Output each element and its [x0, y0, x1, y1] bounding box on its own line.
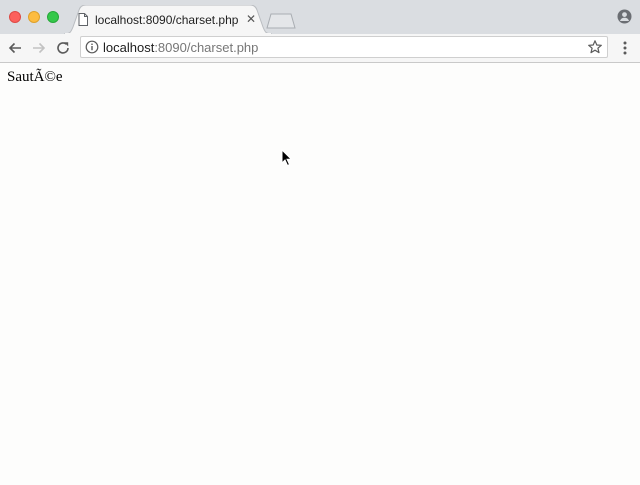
address-path: :8090/charset.php	[154, 40, 259, 55]
star-icon[interactable]	[587, 39, 603, 55]
profile-icon[interactable]	[617, 9, 632, 24]
forward-arrow-icon[interactable]	[30, 39, 48, 57]
window-close-button[interactable]	[9, 11, 21, 23]
page-body-text: SautÃ©e	[7, 69, 63, 85]
toolbar: localhost:8090/charset.php	[0, 34, 640, 63]
tab-active[interactable]: localhost:8090/charset.php ✕	[64, 5, 272, 34]
window-minimize-button[interactable]	[28, 11, 40, 23]
tab-close-icon[interactable]: ✕	[245, 13, 257, 25]
mouse-cursor-icon	[281, 149, 293, 167]
page-content: SautÃ©e	[0, 63, 640, 485]
page-icon	[78, 13, 88, 26]
reload-icon[interactable]	[54, 39, 72, 57]
tab-strip: localhost:8090/charset.php ✕	[0, 0, 640, 34]
address-text[interactable]: localhost:8090/charset.php	[103, 40, 258, 55]
address-bar[interactable]: localhost:8090/charset.php	[80, 36, 608, 58]
tab-title: localhost:8090/charset.php	[95, 13, 239, 27]
address-host: localhost	[103, 40, 155, 55]
new-tab-button[interactable]	[266, 13, 296, 29]
kebab-menu-icon[interactable]	[617, 40, 633, 56]
info-icon[interactable]	[85, 40, 99, 54]
browser-window: localhost:8090/charset.php ✕ localhost:8…	[0, 0, 640, 485]
back-arrow-icon[interactable]	[6, 39, 24, 57]
window-maximize-button[interactable]	[47, 11, 59, 23]
